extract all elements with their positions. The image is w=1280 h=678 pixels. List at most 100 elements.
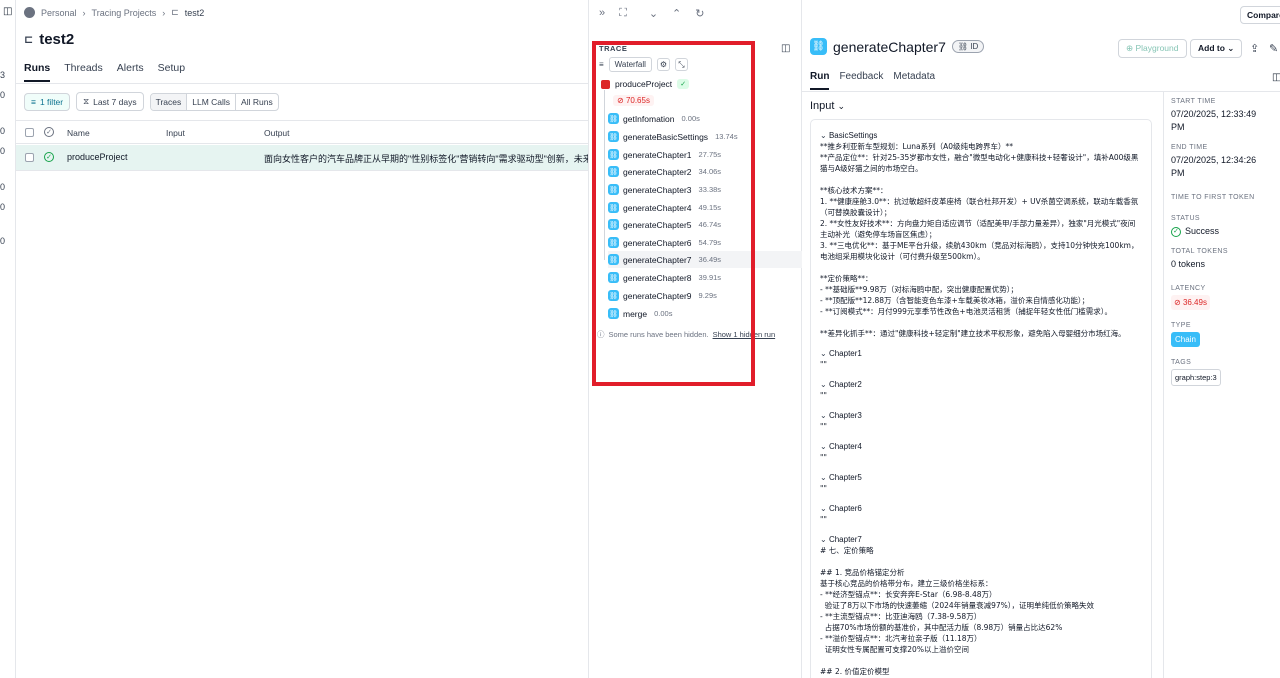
chevron-right-icon: ›	[82, 7, 86, 18]
collapse-sidebar-icon[interactable]: ◫	[3, 6, 12, 17]
filter-icon: ≡	[31, 96, 36, 107]
section-basic-settings[interactable]: BasicSettings	[820, 130, 1142, 141]
segment-llm-calls[interactable]: LLM Calls	[187, 93, 237, 110]
id-badge[interactable]: ⛓ ID	[951, 40, 985, 53]
tab-alerts[interactable]: Alerts	[117, 62, 144, 82]
section-chapter[interactable]: Chapter1	[820, 348, 1142, 359]
sidebar-toggle-icon[interactable]: ◫	[781, 43, 790, 54]
breadcrumb-projects[interactable]: Tracing Projects	[92, 8, 157, 18]
basic-settings-text: **推乡利亚新车型规划：Luna系列（A0级纯电跨界车）** **产品定位**：…	[820, 142, 1139, 338]
refresh-icon[interactable]: ↻	[695, 7, 704, 20]
start-time-value: 07/20/2025, 12:33:49 PM	[1171, 109, 1257, 132]
filter-label: 1 filter	[39, 96, 64, 107]
add-to-button[interactable]: Add to ⌄	[1190, 39, 1243, 58]
run-metadata: START TIME 07/20/2025, 12:33:49 PM END T…	[1171, 98, 1271, 386]
section-chapter[interactable]: Chapter2	[820, 379, 1142, 390]
date-range-label: Last 7 days	[93, 96, 137, 107]
latency-label: LATENCY	[1171, 285, 1206, 292]
project-tabs: Runs Threads Alerts Setup	[24, 62, 185, 82]
table-row[interactable]: ✓ produceProject 面向女性客户的汽车品牌正从早期的"性别标签化"…	[16, 145, 588, 171]
chevron-down-icon: ⌄	[837, 101, 846, 111]
segment-all-runs[interactable]: All Runs	[236, 94, 278, 110]
chevron-up-icon[interactable]: ⌃	[672, 7, 681, 20]
playground-button[interactable]: ⊕ Playground	[1118, 39, 1187, 58]
run-detail-panel: Compare ⛓ generateChapter7 ⛓ ID ⊕ Playgr…	[802, 0, 1280, 678]
divider	[802, 91, 1280, 92]
highlight-box	[592, 41, 755, 386]
segment-traces[interactable]: Traces	[150, 93, 188, 110]
chapter-7-text: # 七、定价策略 ## 1. 竞品价格锚定分析 基于核心竞品的价格带分布，建立三…	[820, 546, 1095, 676]
tab-metadata[interactable]: Metadata	[893, 71, 935, 90]
avatar	[24, 7, 35, 18]
project-icon: ⊏	[24, 34, 34, 46]
section-chapter[interactable]: Chapter4	[820, 441, 1142, 452]
chevron-down-icon[interactable]: ⌄	[649, 7, 658, 20]
table-header: ✓ Name Input Output	[16, 120, 588, 144]
chapter-value: ""	[820, 453, 827, 462]
input-viewer[interactable]: BasicSettings **推乡利亚新车型规划：Luna系列（A0级纯电跨界…	[810, 119, 1152, 678]
section-chapter[interactable]: Chapter5	[820, 472, 1142, 483]
status-value: ✓ Success	[1171, 225, 1271, 238]
latency-value: 36.49s	[1182, 298, 1207, 307]
tokens-value: 0 tokens	[1171, 259, 1206, 269]
tags-label: TAGS	[1171, 359, 1192, 366]
breadcrumb-org[interactable]: Personal	[41, 8, 77, 18]
project-icon: ⊏	[171, 7, 179, 17]
run-type-segmented: Traces LLM Calls All Runs	[149, 92, 279, 111]
section-chapter[interactable]: Chapter6	[820, 503, 1142, 514]
page-title: ⊏ test2	[24, 31, 74, 48]
tab-threads[interactable]: Threads	[64, 62, 103, 82]
edit-icon[interactable]: ✎	[1269, 42, 1278, 55]
tab-run[interactable]: Run	[810, 71, 830, 90]
id-label: ID	[970, 42, 979, 51]
chain-icon: ⛓	[810, 38, 827, 55]
filter-button[interactable]: ≡ 1 filter	[24, 92, 71, 111]
panel-toggle-icon[interactable]: ◫	[1272, 72, 1280, 83]
rail-number: 0	[0, 202, 6, 212]
share-icon[interactable]: ⇪	[1250, 42, 1259, 55]
chapter-value: ""	[820, 515, 827, 524]
tag-badge[interactable]: graph:step:3	[1171, 369, 1221, 386]
rail-number: 0	[0, 90, 6, 100]
tab-setup[interactable]: Setup	[158, 62, 185, 82]
rail-number: 0	[0, 146, 6, 156]
section-chapter-7[interactable]: Chapter7	[820, 534, 1142, 545]
column-output[interactable]: Output	[264, 128, 290, 138]
collapse-panel-icon[interactable]: »	[599, 7, 605, 20]
column-input[interactable]: Input	[166, 128, 185, 138]
column-name[interactable]: Name	[67, 128, 90, 138]
left-rail: ◫ 3 0 0 0 0 0 0	[0, 0, 16, 678]
chevron-right-icon: ›	[162, 7, 166, 18]
run-title: ⛓ generateChapter7 ⛓ ID	[810, 38, 985, 55]
add-to-label: Add to	[1198, 43, 1225, 53]
rail-number: 0	[0, 182, 6, 192]
rail-number: 0	[0, 126, 6, 136]
project-panel: Personal › Tracing Projects › ⊏ test2 ⊏ …	[16, 0, 588, 678]
tab-feedback[interactable]: Feedback	[839, 71, 883, 90]
chapter-value: ""	[820, 360, 827, 369]
section-chapter[interactable]: Chapter3	[820, 410, 1142, 421]
success-icon: ✓	[44, 152, 54, 162]
row-output: 面向女性客户的汽车品牌正从早期的"性别标签化"营销转向"需求驱动型"创新，未来将…	[264, 154, 588, 164]
input-header[interactable]: Input ⌄	[810, 100, 845, 112]
tab-runs[interactable]: Runs	[24, 62, 51, 82]
row-checkbox[interactable]	[25, 153, 34, 162]
expand-icon[interactable]: ⛶	[619, 7, 627, 20]
filter-bar: ≡ 1 filter ⧖ Last 7 days Traces LLM Call…	[24, 92, 279, 111]
rail-number: 3	[0, 70, 6, 80]
run-tabs: Run Feedback Metadata	[810, 71, 935, 90]
playground-label: Playground	[1135, 43, 1179, 53]
latency-badge: ⊘ 36.49s	[1171, 295, 1210, 310]
chapter-value: ""	[820, 422, 827, 431]
divider	[1163, 92, 1164, 678]
end-time-value: 07/20/2025, 12:34:26 PM	[1171, 155, 1257, 178]
status-header-icon: ✓	[44, 127, 54, 137]
type-badge: Chain	[1171, 332, 1200, 347]
success-icon: ✓	[1171, 226, 1181, 237]
compare-button[interactable]: Compare	[1240, 6, 1280, 24]
date-range-button[interactable]: ⧖ Last 7 days	[76, 92, 144, 111]
start-time-label: START TIME	[1171, 98, 1216, 105]
select-all-checkbox[interactable]	[25, 128, 34, 137]
breadcrumb-project[interactable]: test2	[185, 8, 205, 18]
chapter-value: ""	[820, 484, 827, 493]
